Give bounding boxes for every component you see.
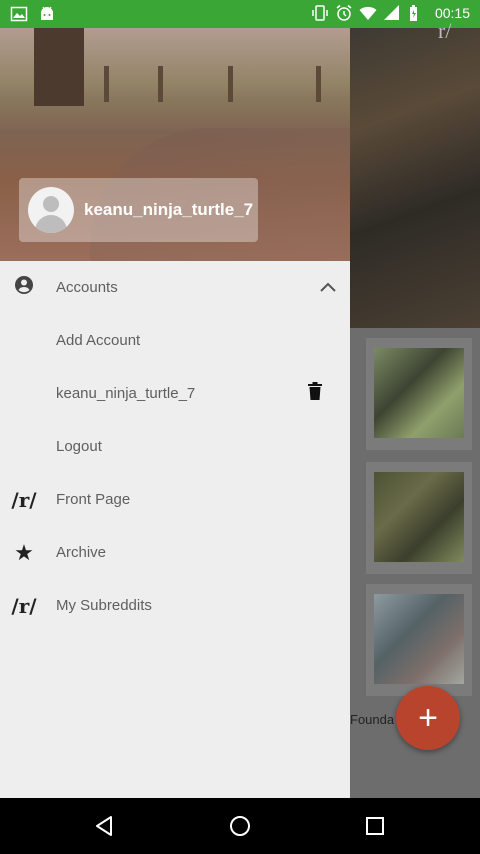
post-thumbnail (374, 594, 464, 684)
alarm-icon (336, 4, 352, 21)
accounts-label: Accounts (56, 279, 118, 296)
signal-icon (383, 5, 399, 20)
header-image-tree (34, 28, 84, 106)
battery-icon (409, 5, 417, 21)
my-subreddits-item[interactable]: /r/ My Subreddits (0, 579, 350, 632)
add-account-label: Add Account (56, 332, 141, 349)
background-header-image (350, 28, 480, 328)
back-icon[interactable] (93, 814, 117, 838)
header-image-fence (316, 66, 321, 102)
star-icon: ★ (14, 539, 34, 565)
trash-icon[interactable] (308, 382, 322, 405)
post-thumbnail (374, 472, 464, 562)
front-page-label: Front Page (56, 491, 131, 508)
home-icon[interactable] (228, 814, 252, 838)
account-item[interactable]: keanu_ninja_turtle_7 (0, 367, 350, 420)
current-username: keanu_ninja_turtle_7 (84, 200, 254, 219)
current-user-chip[interactable]: keanu_ninja_turtle_7 (19, 178, 258, 242)
logout-label: Logout (56, 438, 102, 455)
header-image-fence (228, 66, 233, 102)
accounts-row[interactable]: Accounts (0, 261, 350, 314)
vibrate-icon (312, 5, 328, 21)
my-subreddits-label: My Subreddits (56, 597, 152, 614)
avatar (28, 187, 74, 233)
account-item-label: keanu_ninja_turtle_7 (56, 385, 196, 402)
background-post-text: Founda (350, 712, 395, 727)
navigation-drawer: keanu_ninja_turtle_7 Accounts Add Accoun… (0, 28, 350, 798)
image-icon (10, 6, 28, 22)
recents-icon[interactable] (363, 814, 387, 838)
subreddit-icon: /r/ (11, 487, 37, 512)
drawer-menu: Accounts Add Account keanu_ninja_turtle_… (0, 261, 350, 632)
post-thumbnail (374, 348, 464, 438)
status-bar: 00:15 (0, 0, 480, 28)
wifi-icon (359, 6, 377, 20)
archive-item[interactable]: ★ Archive (0, 526, 350, 579)
background-header-title: r/ (438, 18, 452, 43)
logout-item[interactable]: Logout (0, 420, 350, 473)
archive-label: Archive (56, 544, 107, 561)
header-image-fence (104, 66, 109, 102)
chevron-up-icon[interactable] (320, 279, 336, 297)
system-nav-bar (0, 798, 480, 854)
subreddit-icon: /r/ (11, 593, 37, 618)
front-page-item[interactable]: /r/ Front Page (0, 473, 350, 526)
add-account-item[interactable]: Add Account (0, 314, 350, 367)
add-fab-button[interactable]: + (396, 686, 460, 750)
account-circle-icon (10, 274, 38, 301)
drawer-header: keanu_ninja_turtle_7 (0, 28, 350, 261)
android-icon (41, 6, 53, 20)
header-image-fence (158, 66, 163, 102)
